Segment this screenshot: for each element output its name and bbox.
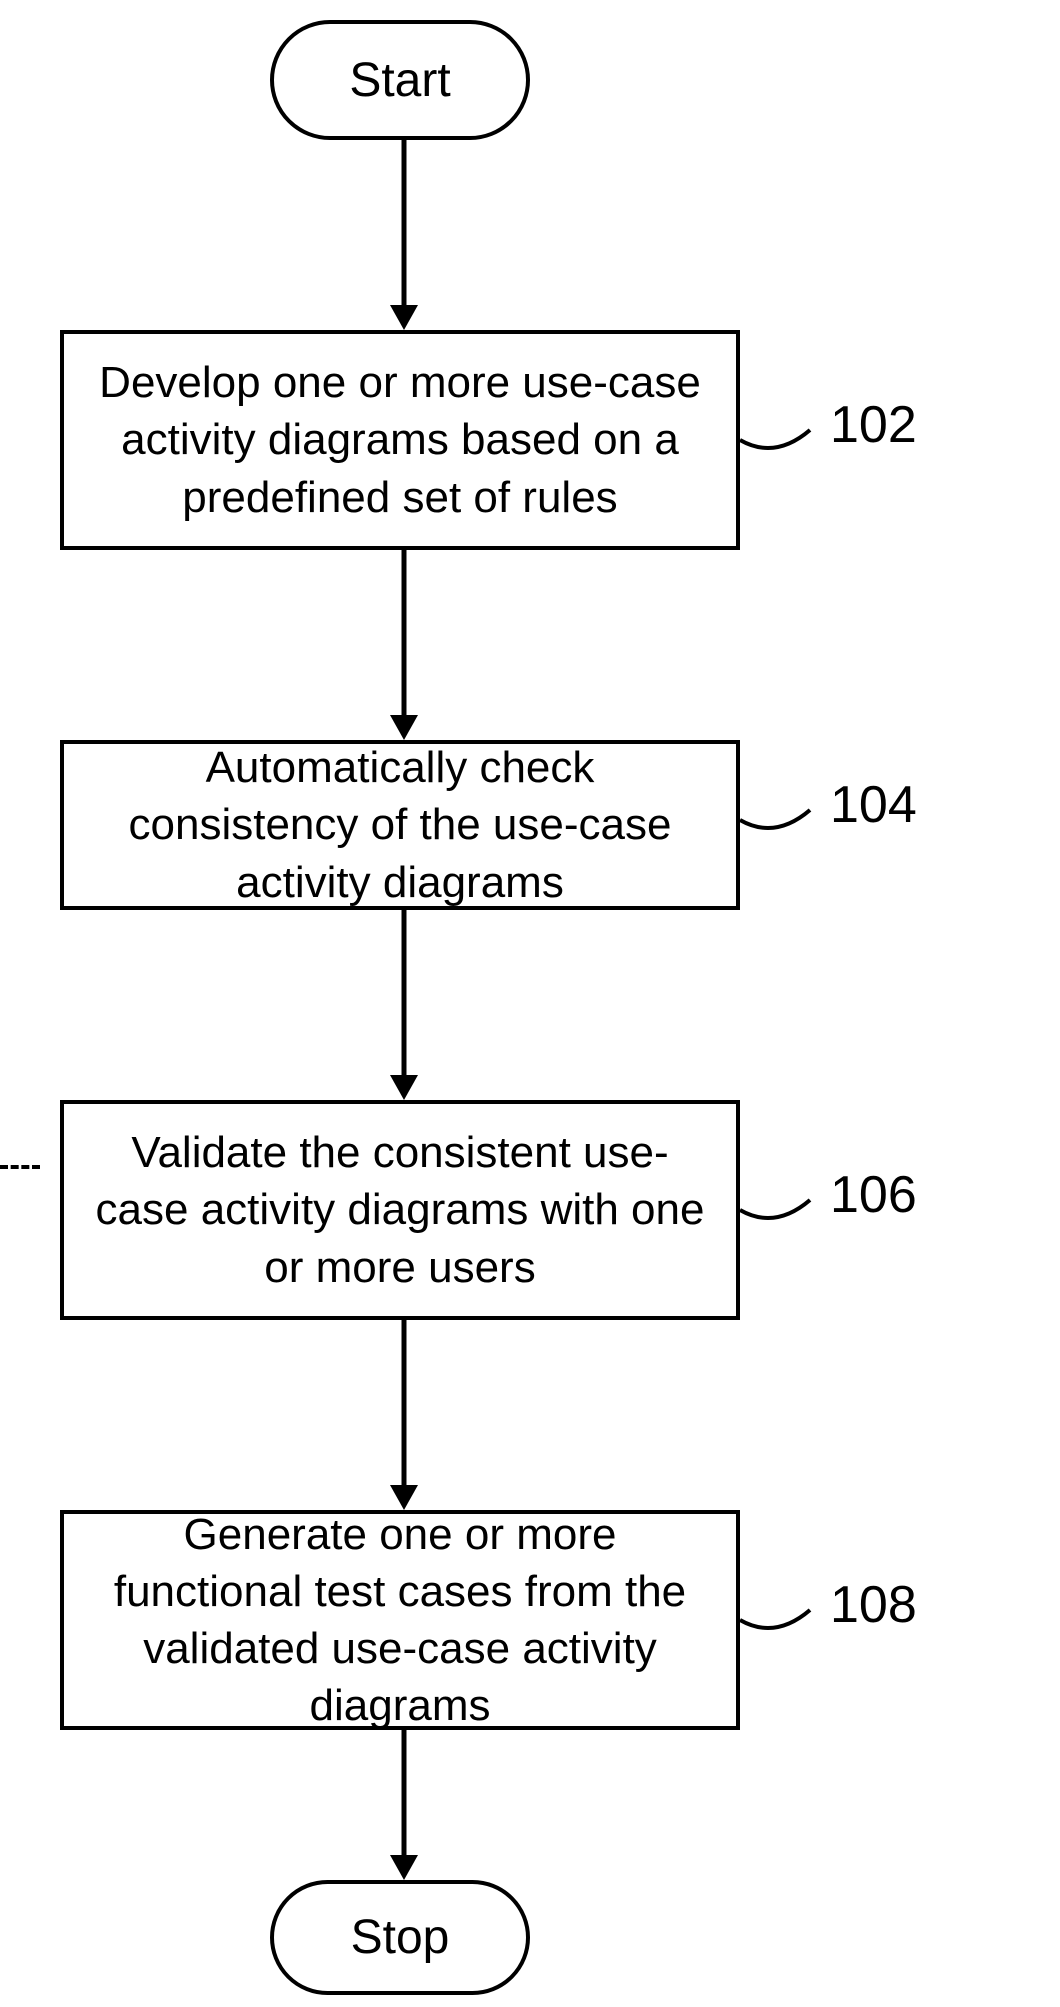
scan-artifact-left — [0, 1165, 40, 1169]
arrow-108-to-stop — [398, 1730, 410, 1880]
leader-102 — [740, 420, 830, 480]
process-102-text: Develop one or more use-case activity di… — [92, 354, 708, 526]
process-106: Validate the consistent use-case activit… — [60, 1100, 740, 1320]
arrow-start-to-102 — [398, 140, 410, 330]
start-terminal: Start — [270, 20, 530, 140]
leader-108 — [740, 1600, 830, 1660]
process-104-text: Automatically check consistency of the u… — [92, 739, 708, 911]
label-106: 106 — [830, 1165, 917, 1225]
label-102: 102 — [830, 395, 917, 455]
arrow-106-to-108 — [398, 1320, 410, 1510]
process-108: Generate one or more functional test cas… — [60, 1510, 740, 1730]
process-104: Automatically check consistency of the u… — [60, 740, 740, 910]
arrow-104-to-106 — [398, 910, 410, 1100]
leader-104 — [740, 800, 830, 860]
stop-terminal: Stop — [270, 1880, 530, 1995]
leader-106 — [740, 1190, 830, 1250]
process-102: Develop one or more use-case activity di… — [60, 330, 740, 550]
flowchart: { "nodes": { "start": { "text": "Start" … — [0, 0, 1060, 2007]
stop-label: Stop — [351, 1910, 450, 1965]
label-104: 104 — [830, 775, 917, 835]
process-106-text: Validate the consistent use-case activit… — [92, 1124, 708, 1296]
label-108: 108 — [830, 1575, 917, 1635]
process-108-text: Generate one or more functional test cas… — [92, 1506, 708, 1735]
arrow-102-to-104 — [398, 550, 410, 740]
start-label: Start — [349, 53, 450, 108]
